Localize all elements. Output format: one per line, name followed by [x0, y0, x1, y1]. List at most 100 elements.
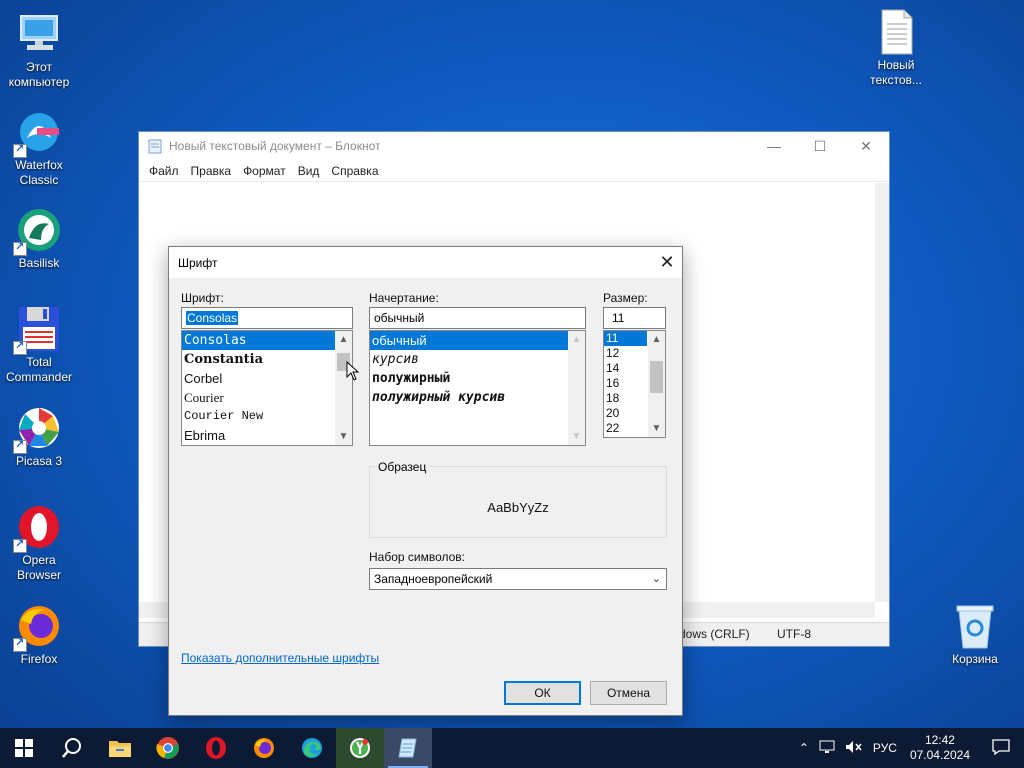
style-list-item-italic[interactable]: курсив — [370, 350, 585, 369]
search-icon — [62, 738, 81, 758]
style-list-item-regular[interactable]: обычный — [370, 331, 585, 350]
notepad-title-bar[interactable]: Новый текстовый документ – Блокнот — ☐ ✕ — [139, 132, 889, 160]
firefox-icon — [13, 602, 63, 652]
font-list-item-corbel[interactable]: Corbel — [182, 369, 352, 388]
size-list[interactable]: 11 12 14 16 18 20 22 ▲ ▼ — [603, 330, 666, 438]
desktop-icon-label: Waterfox Classic — [15, 158, 63, 187]
font-list[interactable]: Consolas Constantia Corbel Courier Couri… — [181, 330, 353, 446]
scroll-up-arrow-icon[interactable]: ▲ — [335, 331, 352, 348]
close-button[interactable]: ✕ — [843, 138, 889, 155]
taskbar-yandex-browser[interactable] — [336, 728, 384, 768]
taskbar-edge[interactable] — [288, 728, 336, 768]
notification-icon — [992, 738, 1010, 755]
desktop-icon-label: Новый текстов... — [870, 58, 922, 87]
taskbar-chrome[interactable] — [144, 728, 192, 768]
font-name-input[interactable]: Consolas — [181, 307, 353, 329]
taskbar-file-explorer[interactable] — [96, 728, 144, 768]
dialog-title: Шрифт — [178, 255, 218, 270]
notepad-vertical-scrollbar[interactable] — [875, 183, 889, 602]
desktop-icon-label: Picasa 3 — [15, 454, 63, 468]
volume-muted-icon[interactable] — [840, 740, 868, 757]
style-list-item-bold[interactable]: полужирный — [370, 369, 585, 388]
desktop-icon-this-pc[interactable]: Этот компьютер — [0, 10, 78, 90]
size-input-value: 11 — [612, 311, 625, 325]
font-list-item-courier[interactable]: Courier — [182, 388, 352, 407]
desktop-icon-firefox[interactable]: Firefox — [0, 602, 78, 667]
notepad-menu-bar: Файл Правка Формат Вид Справка — [139, 160, 889, 182]
taskbar-notepad[interactable] — [384, 728, 432, 768]
taskbar-opera[interactable] — [192, 728, 240, 768]
maximize-button[interactable]: ☐ — [797, 138, 843, 155]
network-icon[interactable] — [814, 740, 840, 757]
input-language-indicator[interactable]: РУС — [868, 741, 902, 755]
menu-file[interactable]: Файл — [143, 164, 185, 178]
scroll-down-arrow-icon[interactable]: ▼ — [335, 428, 352, 445]
cancel-button[interactable]: Отмена — [590, 681, 667, 705]
size-label: Размер: — [603, 291, 648, 305]
menu-edit[interactable]: Правка — [185, 164, 238, 178]
style-label: Начертание: — [369, 291, 439, 305]
desktop-icon-total-commander[interactable]: Total Commander — [0, 305, 78, 385]
dialog-title-bar[interactable]: Шрифт ✕ — [169, 247, 682, 278]
font-list-item-consolas[interactable]: Consolas — [182, 331, 352, 350]
chrome-icon — [156, 737, 179, 759]
style-list[interactable]: обычный курсив полужирный полужирный кур… — [369, 330, 586, 446]
yandex-browser-icon — [350, 738, 370, 758]
opera-icon — [13, 503, 63, 553]
edge-icon — [302, 738, 322, 758]
desktop-icon-label: Корзина — [952, 652, 998, 666]
show-more-fonts-link[interactable]: Показать дополнительные шрифты — [181, 651, 379, 665]
desktop-icon-waterfox[interactable]: Waterfox Classic — [0, 108, 78, 188]
charset-select[interactable]: Западноевропейский ⌄ — [369, 568, 667, 590]
recycle-bin-icon — [951, 602, 999, 650]
scroll-up-arrow-icon[interactable]: ▲ — [648, 331, 665, 348]
scroll-thumb[interactable] — [650, 361, 663, 393]
font-list-item-constantia[interactable]: Constantia — [182, 350, 352, 369]
font-list-item-ebrima[interactable]: Ebrima — [182, 426, 352, 445]
shortcut-arrow-icon — [13, 339, 27, 355]
tray-expand-chevron-up-icon[interactable]: ⌃ — [794, 741, 814, 755]
sample-group-label: Образец — [375, 460, 430, 474]
taskbar-firefox[interactable] — [240, 728, 288, 768]
style-list-item-bold-italic[interactable]: полужирный курсив — [370, 388, 585, 407]
start-button[interactable] — [0, 728, 48, 768]
menu-format[interactable]: Формат — [237, 164, 292, 178]
scroll-down-arrow-icon[interactable]: ▼ — [648, 420, 665, 437]
taskbar: ⌃ РУС 12:42 07.04.2024 — [0, 728, 1024, 768]
desktop-icon-label: Opera Browser — [16, 553, 61, 582]
desktop-icon-new-text-doc[interactable]: Новый текстов... — [857, 8, 935, 88]
minimize-button[interactable]: — — [751, 138, 797, 155]
desktop-icon-picasa[interactable]: Picasa 3 — [0, 404, 78, 469]
font-list-item-courier-new[interactable]: Courier New — [182, 407, 352, 426]
search-button[interactable] — [48, 728, 96, 768]
status-encoding: UTF-8 — [777, 627, 811, 641]
desktop-icon-basilisk[interactable]: Basilisk — [0, 206, 78, 271]
size-input[interactable]: 11 — [603, 307, 666, 329]
charset-select-value: Западноевропейский — [374, 572, 493, 586]
size-list-scrollbar[interactable]: ▲ ▼ — [648, 331, 665, 437]
desktop-icon-opera[interactable]: Opera Browser — [0, 503, 78, 583]
menu-help[interactable]: Справка — [325, 164, 384, 178]
menu-view[interactable]: Вид — [292, 164, 326, 178]
font-label: Шрифт: — [181, 291, 224, 305]
dialog-close-button[interactable]: ✕ — [652, 252, 682, 273]
desktop-icon-label: Этот компьютер — [8, 60, 70, 89]
notifications-button[interactable] — [978, 738, 1024, 758]
scroll-down-arrow-icon[interactable]: ▼ — [568, 428, 585, 445]
opera-icon — [206, 737, 226, 759]
status-line-ending: dows (CRLF) — [679, 627, 750, 641]
desktop-icon-label: Basilisk — [18, 256, 60, 270]
ok-button[interactable]: ОК — [504, 681, 581, 705]
font-list-scrollbar[interactable]: ▲ ▼ — [335, 331, 352, 445]
scroll-up-arrow-icon[interactable]: ▲ — [568, 331, 585, 348]
windows-logo-icon — [15, 739, 33, 757]
clock[interactable]: 12:42 07.04.2024 — [902, 733, 978, 763]
text-document-icon — [872, 8, 920, 56]
style-input[interactable]: обычный — [369, 307, 586, 329]
font-name-selected-text: Consolas — [186, 311, 239, 325]
desktop-icon-recycle-bin[interactable]: Корзина — [936, 602, 1014, 667]
size-list-item[interactable]: 11 — [604, 331, 647, 346]
style-list-scrollbar[interactable]: ▲ ▼ — [568, 331, 585, 445]
desktop-icon-label: Firefox — [20, 652, 58, 666]
shortcut-arrow-icon — [13, 636, 27, 652]
